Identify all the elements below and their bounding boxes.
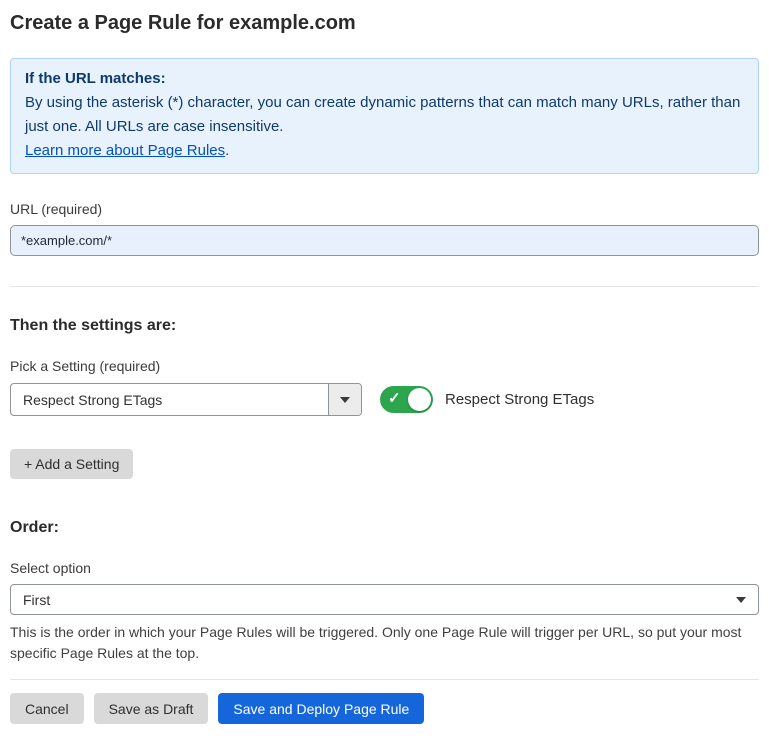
divider xyxy=(10,286,759,287)
chevron-down-icon xyxy=(340,397,350,403)
setting-select-value: Respect Strong ETags xyxy=(11,384,328,415)
url-input[interactable] xyxy=(10,225,759,256)
setting-select-caret-button[interactable] xyxy=(328,384,361,415)
order-help-text: This is the order in which your Page Rul… xyxy=(10,622,759,664)
save-draft-button[interactable]: Save as Draft xyxy=(94,693,209,724)
toggle-label: Respect Strong ETags xyxy=(445,391,594,408)
url-field-label: URL (required) xyxy=(10,201,759,217)
toggle-knob xyxy=(408,388,431,411)
page-rule-form: Create a Page Rule for example.com If th… xyxy=(0,0,769,740)
url-match-info-box: If the URL matches: By using the asteris… xyxy=(10,58,759,174)
etags-toggle[interactable]: ✓ xyxy=(380,386,433,413)
divider xyxy=(10,679,759,680)
pick-setting-label: Pick a Setting (required) xyxy=(10,358,759,374)
save-deploy-button[interactable]: Save and Deploy Page Rule xyxy=(218,693,424,724)
setting-select[interactable]: Respect Strong ETags xyxy=(10,383,362,416)
link-period: . xyxy=(225,142,229,159)
learn-more-link[interactable]: Learn more about Page Rules xyxy=(25,142,225,159)
check-icon: ✓ xyxy=(388,389,401,407)
order-select-value: First xyxy=(23,592,50,608)
info-box-link-row: Learn more about Page Rules. xyxy=(25,139,744,163)
info-box-heading: If the URL matches: xyxy=(25,67,744,91)
order-section-heading: Order: xyxy=(10,519,759,537)
info-box-body: By using the asterisk (*) character, you… xyxy=(25,91,744,139)
order-select[interactable]: First xyxy=(10,584,759,615)
chevron-down-icon xyxy=(736,597,746,603)
footer-actions: Cancel Save as Draft Save and Deploy Pag… xyxy=(10,693,759,724)
settings-section-heading: Then the settings are: xyxy=(10,317,759,335)
page-title: Create a Page Rule for example.com xyxy=(10,12,759,35)
add-setting-button[interactable]: + Add a Setting xyxy=(10,449,133,479)
cancel-button[interactable]: Cancel xyxy=(10,693,84,724)
select-option-label: Select option xyxy=(10,560,759,576)
setting-row: Respect Strong ETags ✓ Respect Strong ET… xyxy=(10,383,759,416)
